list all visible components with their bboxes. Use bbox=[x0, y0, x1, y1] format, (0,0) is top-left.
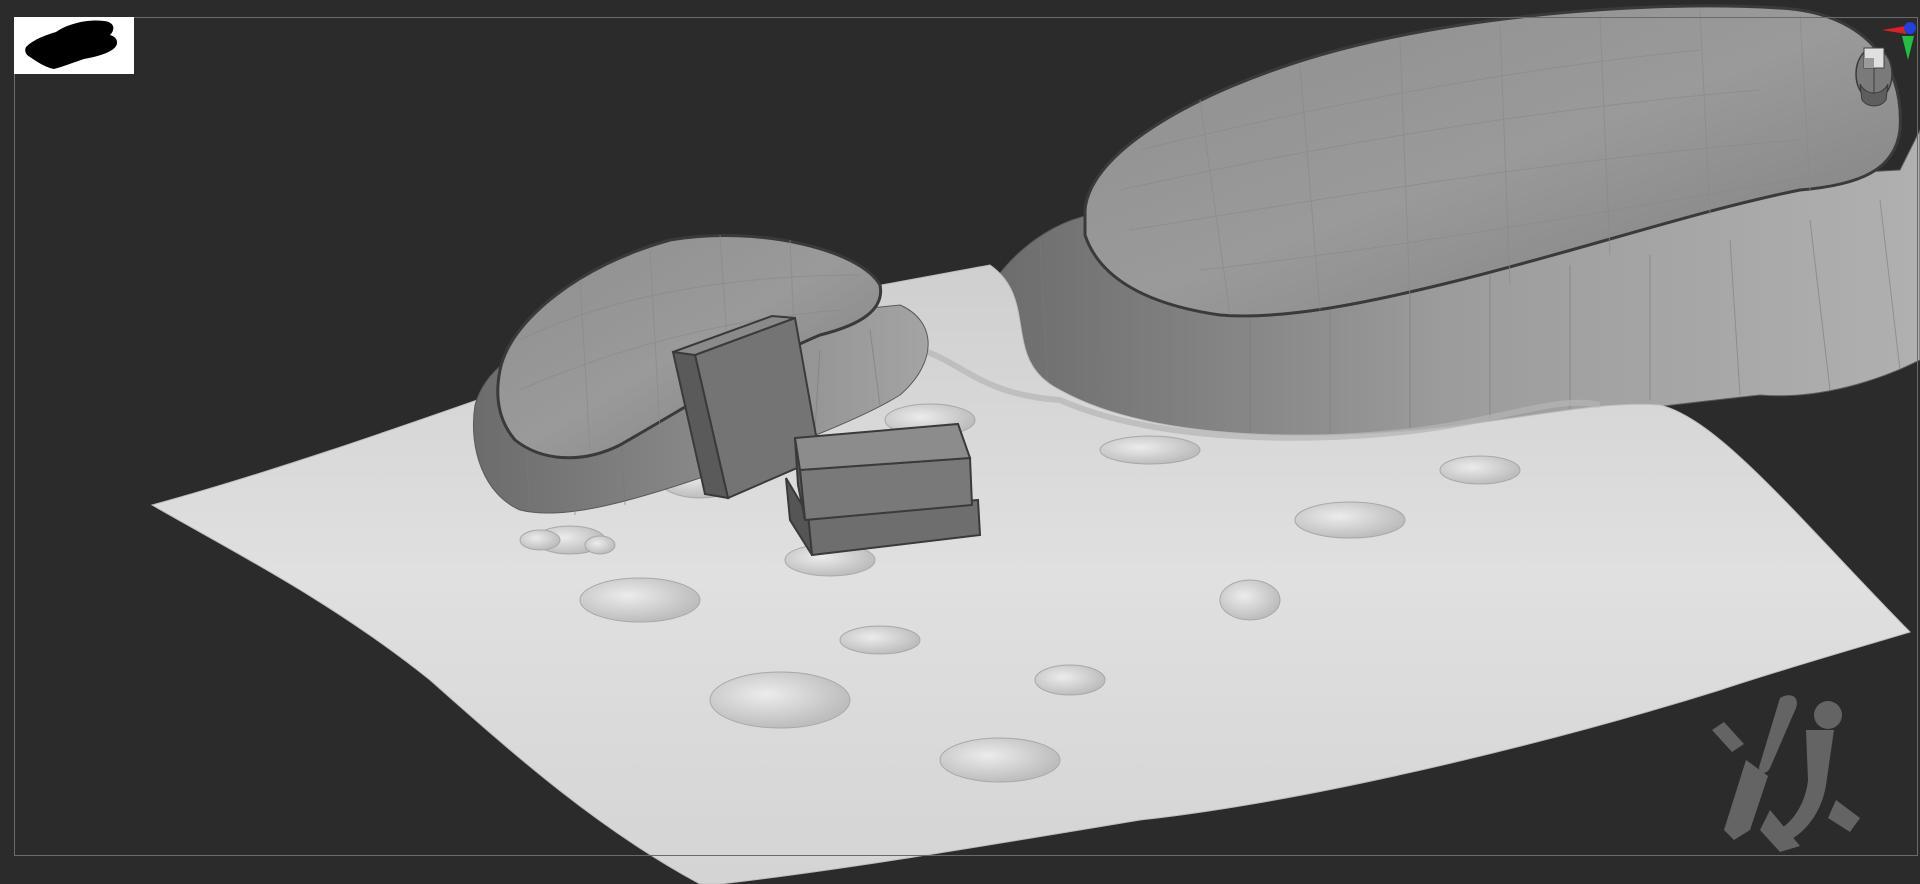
artist-monogram-icon bbox=[1712, 695, 1860, 852]
stacked-blocks[interactable] bbox=[785, 422, 982, 557]
sculpt-scene[interactable] bbox=[0, 0, 1920, 884]
model-thumbnail[interactable] bbox=[14, 17, 134, 74]
xyz-axis-gizmo-icon[interactable] bbox=[1876, 14, 1920, 74]
model-silhouette-icon bbox=[25, 20, 118, 69]
large-rock[interactable] bbox=[974, 4, 1920, 452]
3d-viewport[interactable] bbox=[0, 0, 1920, 884]
